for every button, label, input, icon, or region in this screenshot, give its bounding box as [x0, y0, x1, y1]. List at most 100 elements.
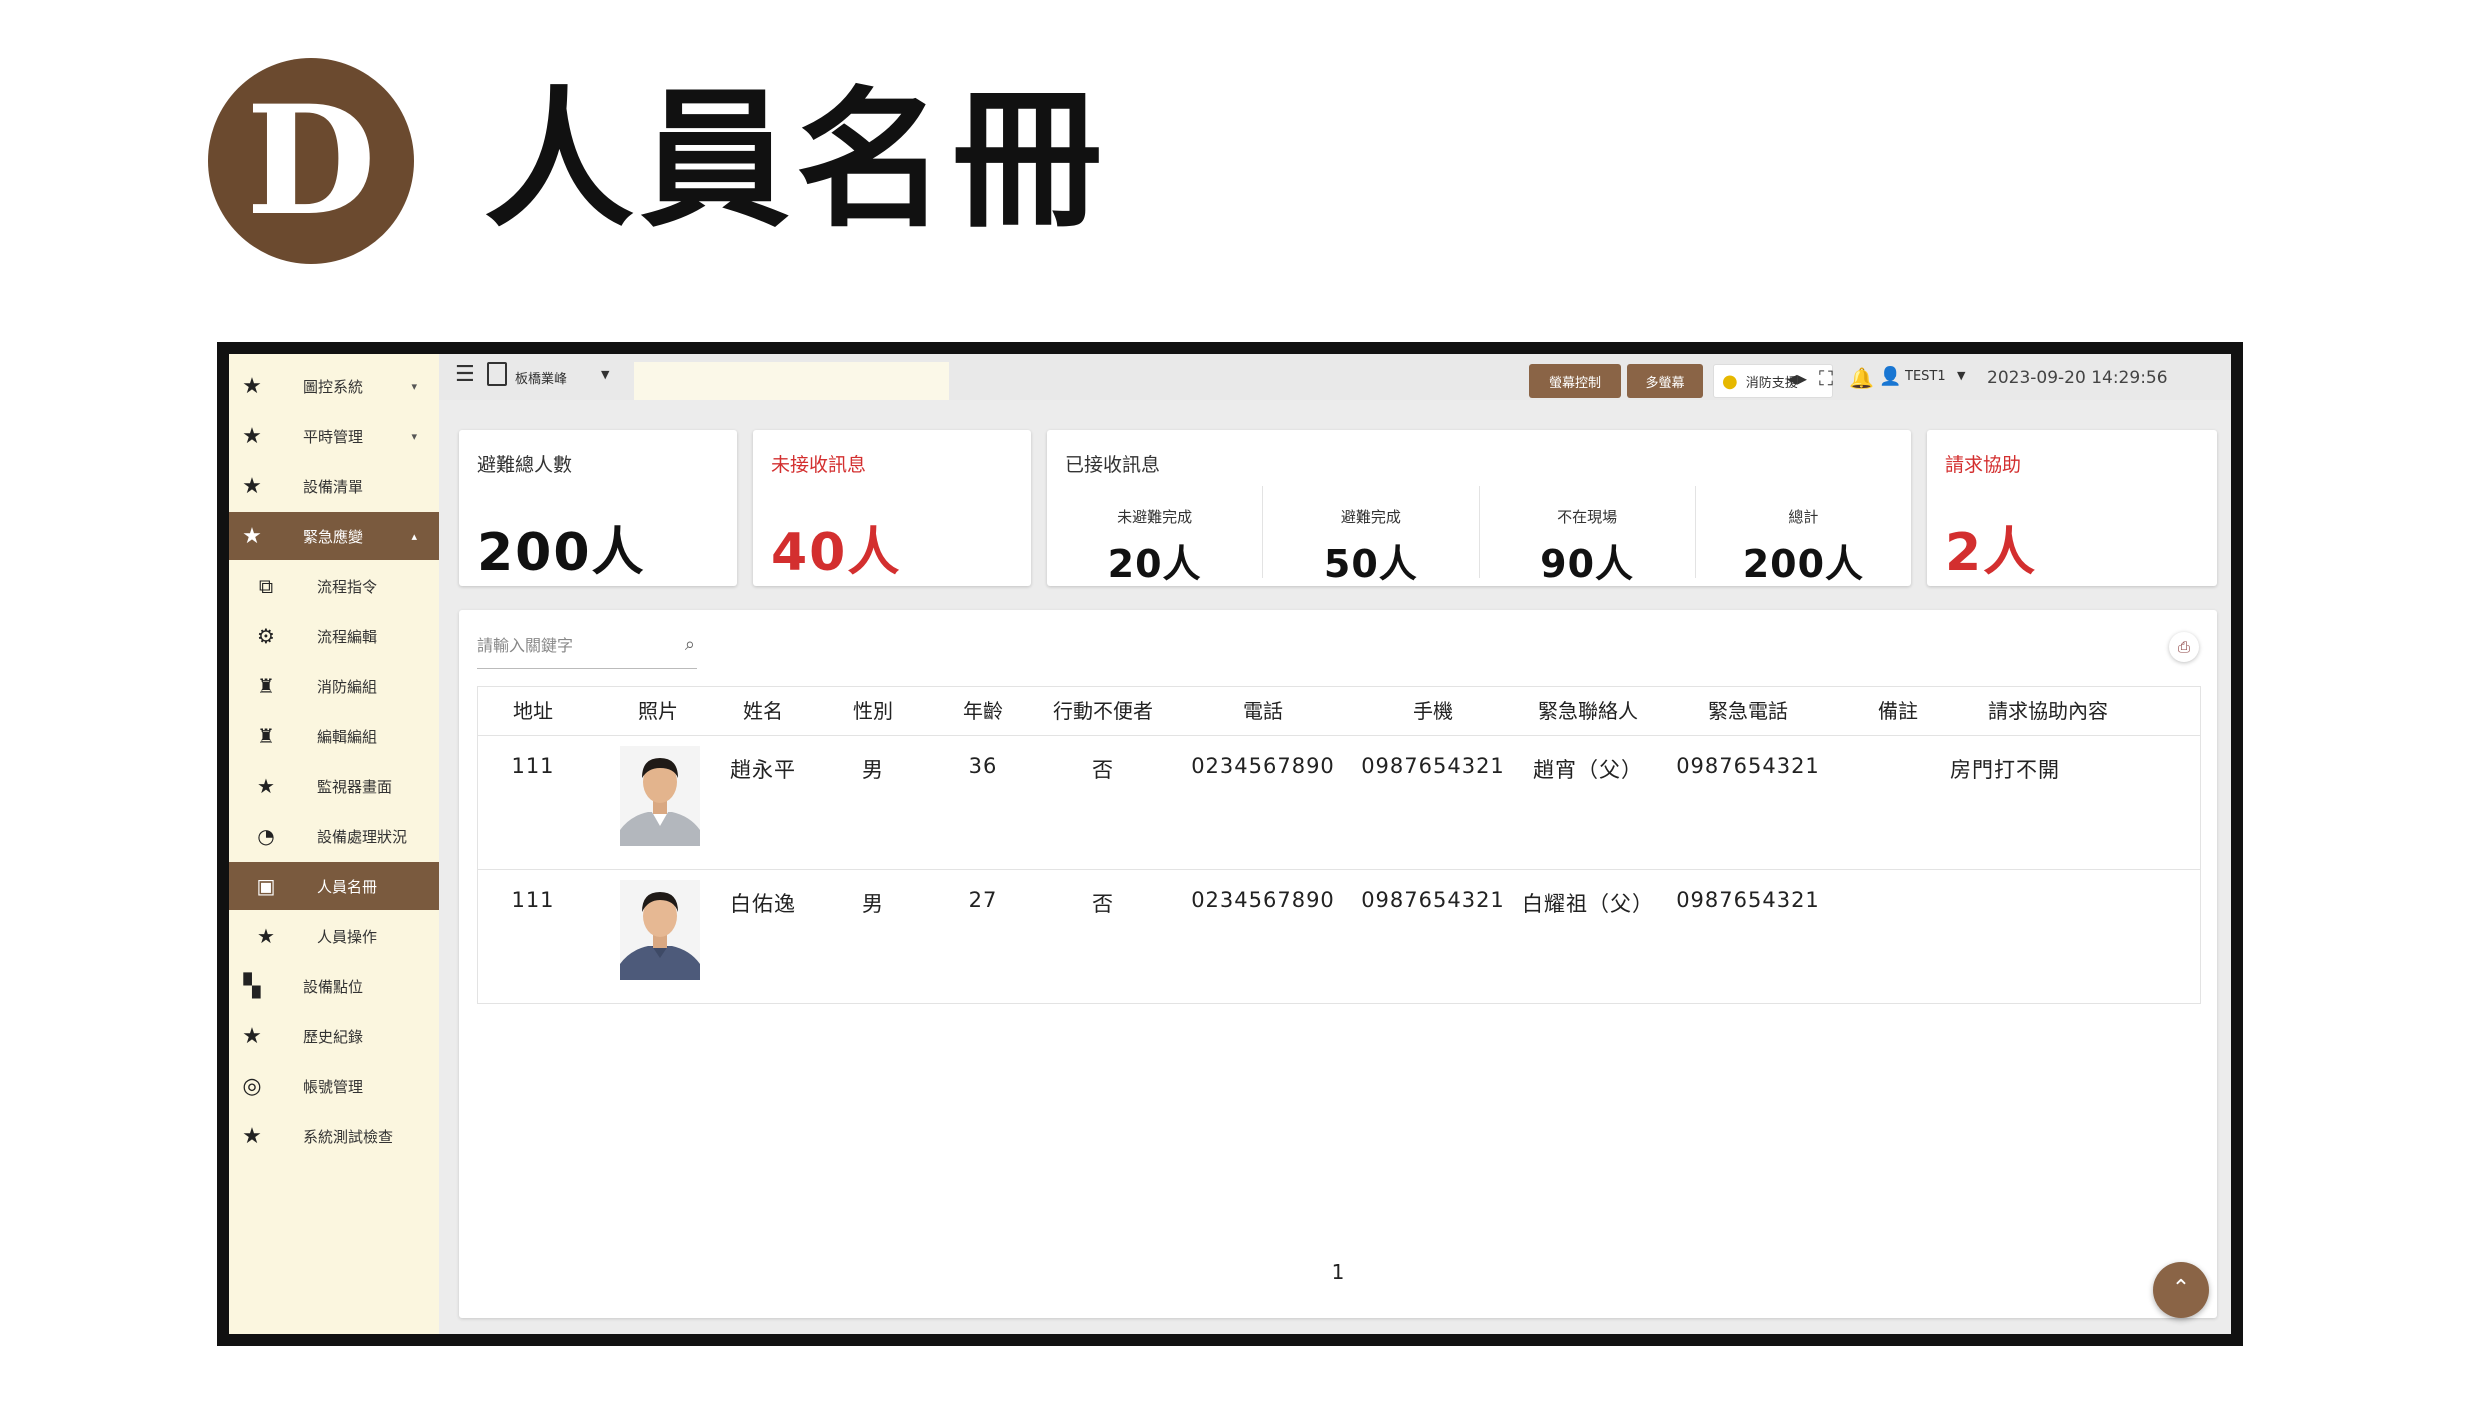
sidebar-item-label: 平時管理 [303, 427, 364, 446]
fire-support-button[interactable]: ● 消防支援 [1713, 364, 1833, 398]
sidebar-item-equipment-list[interactable]: ★ 設備清單 [229, 462, 439, 510]
person-photo [620, 880, 700, 980]
multi-screen-button[interactable]: 多螢幕 [1627, 364, 1703, 398]
sidebar-item-label: 系統測試檢查 [303, 1127, 394, 1146]
sidebar-item-label: 圖控系統 [303, 377, 364, 396]
search-input[interactable] [477, 630, 657, 661]
current-datetime: 2023-09-20 14:29:56 [1987, 368, 2168, 388]
search-box: ⌕ [477, 630, 697, 669]
cell-gender: 男 [862, 758, 884, 782]
header-note: 備註 [1878, 699, 1918, 723]
cell-address: 111 [511, 754, 555, 778]
card-total-evacuees: 避難總人數 200人 [459, 430, 737, 586]
sidebar-item-emergency-response[interactable]: ★ 緊急應變 ▴ [229, 512, 439, 560]
person-photo [620, 746, 700, 846]
search-icon[interactable]: ⌕ [685, 634, 695, 655]
chevron-down-icon: ▾ [411, 429, 417, 443]
firefighter-icon: ♜ [257, 674, 275, 698]
cell-mobility-impaired: 否 [1092, 892, 1114, 916]
card-received-messages: 已接收訊息 未避難完成 20人 避難完成 50人 不在現場 90人 總計 200… [1047, 430, 1911, 586]
firefighter-icon: ♜ [257, 724, 275, 748]
sidebar-item-routine-management[interactable]: ★ 平時管理 ▾ [229, 412, 439, 460]
star-icon: ★ [242, 373, 262, 399]
chevron-down-icon[interactable]: ▼ [601, 368, 609, 381]
header-assist-content: 請求協助內容 [1988, 699, 2108, 723]
cell-emergency-contact: 白耀祖（父） [1522, 892, 1654, 916]
sidebar-item-equipment-status[interactable]: ◔ 設備處理狀況 [229, 812, 439, 860]
header-emergency-contact: 緊急聯絡人 [1538, 699, 1638, 723]
header-mobility-impaired: 行動不便者 [1053, 699, 1153, 723]
col-value: 200人 [1742, 542, 1865, 586]
col-value: 90人 [1540, 542, 1635, 586]
sidebar-item-label: 設備點位 [303, 977, 364, 996]
star-icon: ★ [242, 1123, 262, 1149]
roster-panel: ⌕ ⎙ 地址 照片 姓名 性別 年齡 行動不便者 電話 手機 緊急聯絡人 緊急電… [459, 610, 2217, 1318]
sidebar-item-label: 歷史紀錄 [303, 1027, 364, 1046]
page-number[interactable]: 1 [1332, 1260, 1345, 1284]
app-screenshot: ★ 圖控系統 ▾ ★ 平時管理 ▾ ★ 設備清單 ★ 緊急應變 ▴ ⧉ 流程指令… [217, 342, 2243, 1346]
chevron-up-icon: ⌃ [2171, 1276, 2191, 1301]
header-address: 地址 [513, 699, 553, 723]
star-icon: ★ [242, 473, 262, 499]
scroll-to-top-button[interactable]: ⌃ [2153, 1262, 2209, 1318]
sidebar-item-graphic-control[interactable]: ★ 圖控系統 ▾ [229, 362, 439, 410]
cell-name: 趙永平 [730, 758, 796, 782]
print-button[interactable]: ⎙ [2169, 632, 2199, 662]
cell-phone: 0234567890 [1191, 888, 1335, 912]
col-value: 20人 [1107, 542, 1202, 586]
fullscreen-icon[interactable]: ⛶ [1819, 366, 1833, 390]
star-icon: ★ [257, 924, 275, 948]
screen-control-button[interactable]: 螢幕控制 [1529, 364, 1621, 398]
sidebar-item-fire-team[interactable]: ♜ 消防編組 [229, 662, 439, 710]
chevron-up-icon: ▴ [411, 529, 417, 543]
table-row[interactable]: 111 趙永平 男 36 否 0234567890 0987654321 趙宵（… [478, 736, 2200, 870]
chevron-down-icon[interactable]: ▼ [1957, 369, 1965, 382]
top-bar: ☰ 板橋業峰 ▼ 螢幕控制 多螢幕 ● 消防支援 ◂▸ ⛶ 🔔 👤 TEST1 … [439, 354, 2231, 400]
star-icon: ★ [257, 774, 275, 798]
page-title: 人員名冊 [484, 74, 1109, 248]
cell-mobile: 0987654321 [1361, 888, 1505, 912]
received-col-total: 總計 200人 [1694, 486, 1911, 586]
sidebar-item-history[interactable]: ★ 歷史紀錄 [229, 1012, 439, 1060]
sidebar-item-flow-command[interactable]: ⧉ 流程指令 [229, 562, 439, 610]
site-selector-label[interactable]: 板橋業峰 [515, 368, 567, 387]
header-photo: 照片 [638, 699, 678, 723]
col-value: 50人 [1323, 542, 1418, 586]
printer-icon: ⎙ [2177, 638, 2190, 656]
sidebar-item-system-test[interactable]: ★ 系統測試檢查 [229, 1112, 439, 1160]
received-col-evacuated: 避難完成 50人 [1262, 486, 1478, 586]
cell-assist-content: 房門打不開 [1950, 758, 2060, 782]
menu-icon[interactable]: ☰ [455, 362, 475, 387]
card-title: 避難總人數 [477, 454, 573, 476]
sound-toggle-icon[interactable]: ◂▸ [1787, 366, 1807, 390]
card-assist-requests: 請求協助 2人 [1927, 430, 2217, 586]
sidebar-item-label: 流程編輯 [317, 627, 378, 646]
received-col-not-evacuated: 未避難完成 20人 [1047, 486, 1262, 586]
star-icon: ★ [242, 523, 262, 549]
account-icon: ◎ [242, 1073, 262, 1099]
cell-mobile: 0987654321 [1361, 754, 1505, 778]
flow-edit-icon: ⚙ [257, 624, 275, 648]
col-label: 避難完成 [1340, 508, 1401, 526]
table-row[interactable]: 111 白佑逸 男 27 否 0234567890 0987654321 白耀祖… [478, 870, 2200, 1003]
sidebar-item-account-management[interactable]: ◎ 帳號管理 [229, 1062, 439, 1110]
page-heading: D 人員名冊 [208, 58, 1108, 264]
user-icon[interactable]: 👤 [1879, 366, 1901, 387]
sidebar-item-equipment-points[interactable]: ▚ 設備點位 [229, 962, 439, 1010]
sidebar-item-monitor-view[interactable]: ★ 監視器畫面 [229, 762, 439, 810]
user-name[interactable]: TEST1 [1905, 369, 1946, 384]
bell-icon[interactable]: 🔔 [1849, 366, 1874, 390]
section-badge: D [208, 58, 414, 264]
sidebar-item-label: 監視器畫面 [317, 777, 393, 796]
sidebar-item-flow-edit[interactable]: ⚙ 流程編輯 [229, 612, 439, 660]
sidebar-item-label: 人員名冊 [317, 877, 378, 896]
pagination[interactable]: 1 [459, 1260, 2217, 1284]
sidebar: ★ 圖控系統 ▾ ★ 平時管理 ▾ ★ 設備清單 ★ 緊急應變 ▴ ⧉ 流程指令… [229, 354, 439, 1334]
sidebar-item-label: 消防編組 [317, 677, 378, 696]
sidebar-item-personnel-operation[interactable]: ★ 人員操作 [229, 912, 439, 960]
sidebar-item-personnel-roster[interactable]: ▣ 人員名冊 [229, 862, 439, 910]
building-icon [487, 362, 507, 386]
header-gender: 性別 [853, 699, 893, 723]
sidebar-item-edit-team[interactable]: ♜ 編輯編組 [229, 712, 439, 760]
col-label: 不在現場 [1557, 508, 1618, 526]
